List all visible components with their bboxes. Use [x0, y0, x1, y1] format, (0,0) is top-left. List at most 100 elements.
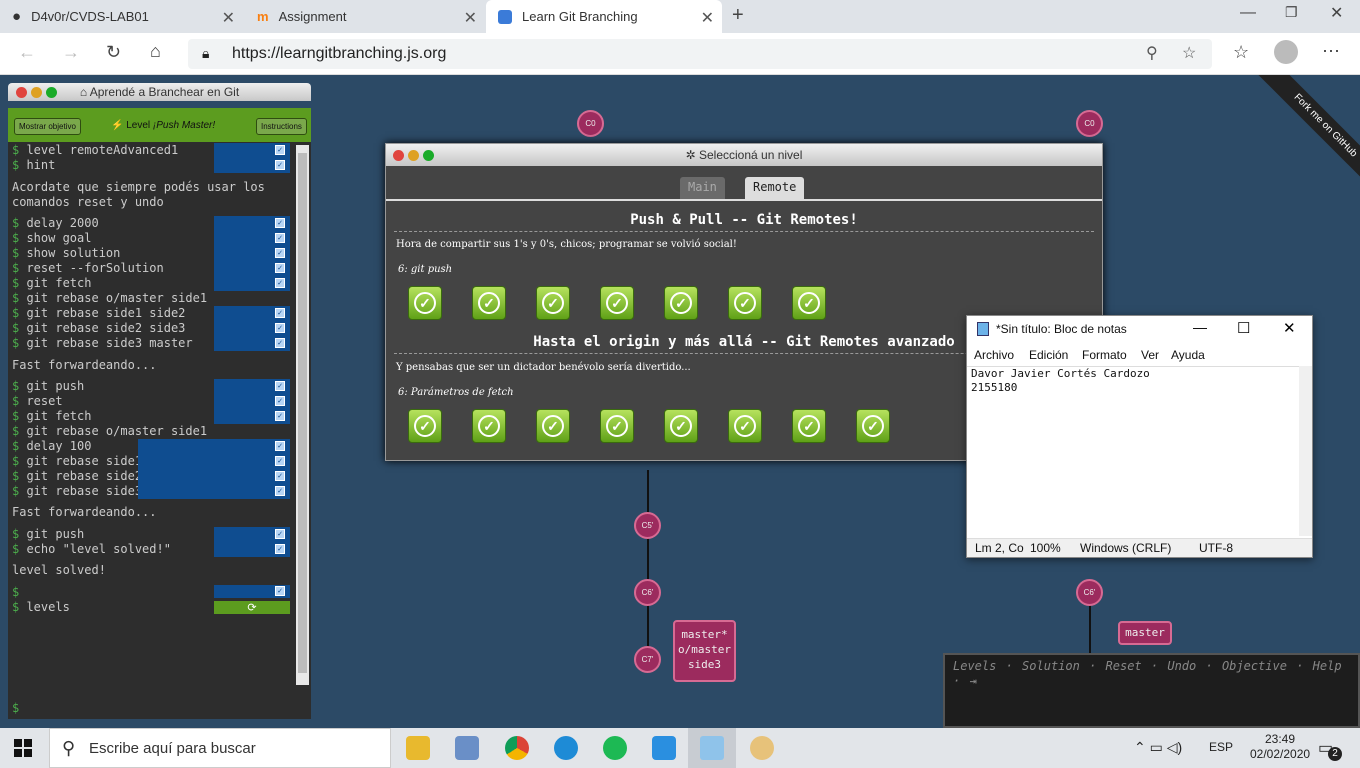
- level-button[interactable]: ✓: [792, 409, 826, 443]
- close-window-button[interactable]: ✕: [1330, 3, 1343, 23]
- terminal-scrollbar[interactable]: [296, 145, 309, 685]
- menu-ayuda[interactable]: Ayuda: [1171, 348, 1205, 362]
- star-icon[interactable]: ☆: [1182, 43, 1196, 63]
- close-dot-icon[interactable]: [16, 87, 27, 98]
- commit-node[interactable]: C6': [1076, 579, 1103, 606]
- documents-icon[interactable]: [455, 736, 479, 760]
- tab-remote[interactable]: Remote: [745, 177, 805, 199]
- edge-icon[interactable]: [554, 736, 578, 760]
- checkbox-icon: ✓: [275, 338, 285, 348]
- notepad-taskbar-button[interactable]: [688, 728, 736, 768]
- commit-node[interactable]: C0: [577, 110, 604, 137]
- level-button[interactable]: ✓: [856, 409, 890, 443]
- command-prompt[interactable]: $: [12, 701, 19, 715]
- vscode-icon[interactable]: [652, 736, 676, 760]
- tab-main[interactable]: Main: [680, 177, 725, 199]
- show-goal-button[interactable]: Mostrar objetivo: [14, 118, 81, 135]
- minimize-dot-icon[interactable]: [31, 87, 42, 98]
- paint-icon[interactable]: [750, 736, 774, 760]
- level-button[interactable]: ✓: [728, 286, 762, 320]
- selected-level-label: 6: Parámetros de fetch: [398, 387, 514, 398]
- terminal-command: echo "level solved!": [26, 542, 171, 556]
- level-button[interactable]: ✓: [600, 286, 634, 320]
- level-indicator: ⚡ Level ¡Push Master!: [111, 120, 216, 131]
- avatar[interactable]: [1274, 40, 1298, 64]
- commit-node[interactable]: C6': [634, 579, 661, 606]
- notepad-text-area[interactable]: Davor Javier Cortés Cardozo 2155180: [967, 366, 1312, 536]
- spotify-icon[interactable]: [603, 736, 627, 760]
- menu-formato[interactable]: Formato: [1082, 348, 1127, 362]
- branch-label[interactable]: master: [1118, 621, 1172, 645]
- branch-label-group[interactable]: master* o/master side3: [673, 620, 736, 682]
- tab-assignment[interactable]: m Assignment ✕: [245, 0, 485, 33]
- file-explorer-icon[interactable]: [406, 736, 430, 760]
- level-button[interactable]: ✓: [792, 286, 826, 320]
- instructions-button[interactable]: Instructions: [256, 118, 307, 135]
- maximize-window-button[interactable]: ☐: [1237, 319, 1250, 337]
- close-tab-icon[interactable]: ✕: [701, 8, 714, 28]
- favorites-icon[interactable]: ☆: [1233, 42, 1249, 63]
- close-dot-icon[interactable]: [393, 150, 404, 161]
- level-button[interactable]: ✓: [408, 286, 442, 320]
- windows-start-icon[interactable]: [14, 739, 32, 757]
- commit-edge: [647, 470, 649, 660]
- reset-link[interactable]: Reset: [1106, 659, 1142, 673]
- level-button[interactable]: ✓: [536, 286, 570, 320]
- checkmark-icon: ✓: [734, 415, 756, 437]
- url-field[interactable]: 🔒︎ https://learngitbranching.js.org ⚲ ☆: [188, 39, 1212, 69]
- checkmark-icon: ✓: [862, 415, 884, 437]
- close-tab-icon[interactable]: ✕: [464, 8, 477, 28]
- close-tab-icon[interactable]: ✕: [222, 8, 235, 28]
- checkbox-icon: ✓: [275, 308, 285, 318]
- undo-link[interactable]: Undo: [1167, 659, 1196, 673]
- level-button[interactable]: ✓: [664, 286, 698, 320]
- system-tray-icons[interactable]: ⌃ ▭ ◁): [1134, 739, 1182, 756]
- level-button[interactable]: ✓: [536, 409, 570, 443]
- commit-node[interactable]: C0: [1076, 110, 1103, 137]
- level-button[interactable]: ✓: [664, 409, 698, 443]
- export-icon[interactable]: ⇥: [969, 674, 976, 688]
- solution-link[interactable]: Solution: [1022, 659, 1080, 673]
- fork-ribbon[interactable]: Fork me on GitHub: [1257, 75, 1360, 194]
- menu-archivo[interactable]: Archivo: [974, 348, 1014, 362]
- commit-node[interactable]: C5': [634, 512, 661, 539]
- close-window-button[interactable]: ✕: [1283, 319, 1296, 337]
- taskbar-search-input[interactable]: ⚲ Escribe aquí para buscar: [49, 728, 391, 768]
- checkmark-icon: ✓: [414, 415, 436, 437]
- sandbox-window-titlebar: ⌂ Aprendé a Branchear en Git: [8, 83, 311, 101]
- more-icon[interactable]: ⋯: [1322, 41, 1340, 62]
- forward-icon[interactable]: →: [62, 42, 80, 63]
- menu-edicion[interactable]: Edición: [1029, 348, 1068, 362]
- commit-node[interactable]: C7': [634, 646, 661, 673]
- level-button[interactable]: ✓: [472, 286, 506, 320]
- help-link[interactable]: Help: [1313, 659, 1342, 673]
- language-indicator[interactable]: ESP: [1209, 740, 1233, 754]
- minimize-window-button[interactable]: —: [1193, 319, 1207, 335]
- restore-window-button[interactable]: ❐: [1285, 4, 1298, 21]
- new-tab-button[interactable]: +: [732, 4, 744, 27]
- back-icon[interactable]: ←: [18, 42, 36, 63]
- home-icon[interactable]: ⌂: [150, 41, 161, 62]
- level-button[interactable]: ✓: [472, 409, 506, 443]
- minimize-dot-icon[interactable]: [408, 150, 419, 161]
- tab-learn-git-branching[interactable]: Learn Git Branching ✕: [486, 0, 722, 33]
- objective-link[interactable]: Objective: [1222, 659, 1287, 673]
- menu-ver[interactable]: Ver: [1141, 348, 1159, 362]
- level-button[interactable]: ✓: [408, 409, 442, 443]
- level-button[interactable]: ✓: [600, 409, 634, 443]
- tab-title: Learn Git Branching: [522, 9, 638, 24]
- level-name: ¡Push Master!: [152, 120, 216, 131]
- zoom-icon[interactable]: ⚲: [1146, 43, 1158, 63]
- minimize-window-button[interactable]: —: [1240, 4, 1256, 22]
- scrollbar-thumb[interactable]: [298, 153, 307, 673]
- maximize-dot-icon[interactable]: [423, 150, 434, 161]
- refresh-icon[interactable]: ↻: [106, 42, 121, 63]
- notepad-scrollbar[interactable]: [1299, 366, 1312, 536]
- maximize-dot-icon[interactable]: [46, 87, 57, 98]
- levels-link[interactable]: Levels: [953, 659, 996, 673]
- level-button[interactable]: ✓: [728, 409, 762, 443]
- clock[interactable]: 23:49 02/02/2020: [1250, 732, 1310, 762]
- chrome-icon[interactable]: [505, 736, 529, 760]
- terminal-command: git fetch: [26, 276, 92, 290]
- tab-github[interactable]: ● D4v0r/CVDS-LAB01 ✕: [0, 0, 243, 33]
